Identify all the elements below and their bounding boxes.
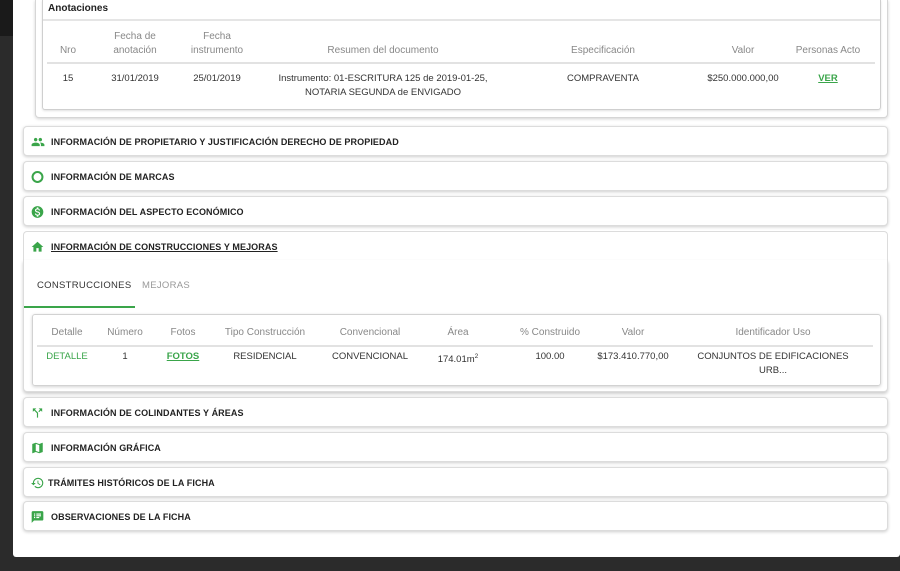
cell-convencional: CONVENCIONAL [331, 351, 408, 362]
cell-valor: $250.000.000,00 [707, 73, 779, 84]
cell-fecha-anotacion: 31/01/2019 [111, 73, 159, 84]
annotations-header-divider [47, 62, 875, 64]
section-propietario-label: INFORMACIÓN DE PROPIETARIO Y JUSTIFICACI… [51, 137, 399, 147]
dollar-circle-icon [30, 205, 45, 219]
section-marcas[interactable]: INFORMACIÓN DE MARCAS [23, 161, 888, 191]
header-detalle: Detalle [51, 327, 83, 338]
header-tipo-construccion: Tipo Construcción [224, 327, 306, 338]
people-icon [30, 135, 45, 149]
annotations-title: Anotaciones [48, 3, 109, 14]
cell-area-value: 174.01m [437, 354, 475, 366]
annotations-title-divider [43, 19, 880, 21]
cell-numero: 1 [122, 351, 128, 362]
cell-especificacion: COMPRAVENTA [567, 73, 639, 84]
section-grafica-label: INFORMACIÓN GRÁFICA [51, 443, 161, 453]
header-area: Área [447, 327, 469, 338]
header-valor: Valor [731, 45, 755, 56]
header-numero: Número [107, 327, 143, 338]
cell-resumen-line-2: NOTARIA SEGUNDA de ENVIGADO [304, 87, 462, 98]
section-observaciones-label: OBSERVACIONES DE LA FICHA [51, 512, 191, 522]
section-colindantes-label: INFORMACIÓN DE COLINDANTES Y ÁREAS [51, 408, 244, 418]
call-split-icon [30, 406, 45, 420]
section-economico[interactable]: INFORMACIÓN DEL ASPECTO ECONÓMICO [23, 196, 888, 226]
cell-valor-construccion: $173.410.770,00 [597, 351, 669, 362]
cell-area: 174.01m2 [423, 350, 493, 367]
section-construcciones-label: INFORMACIÓN DE CONSTRUCCIONES Y MEJORAS [51, 242, 278, 252]
history-icon [30, 476, 45, 490]
header-valor-construccion: Valor [621, 327, 645, 338]
section-propietario[interactable]: INFORMACIÓN DE PROPIETARIO Y JUSTIFICACI… [23, 126, 888, 156]
annotations-card: Anotaciones Nro Fecha de anotación Fecha… [42, 0, 881, 110]
active-tab-indicator [24, 306, 135, 308]
cell-construido: 100.00 [535, 351, 565, 362]
map-icon [30, 441, 45, 455]
comment-icon [30, 510, 45, 524]
header-identificador-uso: Identificador Uso [735, 327, 811, 338]
circle-outline-icon [30, 170, 45, 184]
section-marcas-label: INFORMACIÓN DE MARCAS [51, 172, 175, 182]
home-icon [30, 240, 45, 254]
header-nro: Nro [59, 45, 77, 56]
ver-personas-link[interactable]: VER [788, 72, 868, 86]
section-tramites[interactable]: TRÁMITES HISTÓRICOS DE LA FICHA [23, 467, 888, 497]
header-fecha-anotacion-1: Fecha de [114, 31, 156, 42]
section-tramites-label: TRÁMITES HISTÓRICOS DE LA FICHA [48, 478, 215, 488]
annotations-panel: Anotaciones Nro Fecha de anotación Fecha… [35, 0, 888, 118]
cell-nro: 15 [62, 73, 74, 84]
section-observaciones[interactable]: OBSERVACIONES DE LA FICHA [23, 501, 888, 531]
header-fecha-instrumento-2: instrumento [190, 45, 244, 56]
header-resumen: Resumen del documento [327, 45, 439, 56]
header-fecha-anotacion-2: anotación [113, 45, 157, 56]
section-colindantes[interactable]: INFORMACIÓN DE COLINDANTES Y ÁREAS [23, 397, 888, 427]
cell-resumen-line-1: Instrumento: 01-ESCRITURA 125 de 2019-01… [278, 73, 488, 84]
background-bar [0, 0, 14, 36]
construcciones-panel: CONSTRUCCIONES MEJORAS Detalle Número Fo… [23, 260, 888, 392]
cell-tipo-construccion: RESIDENCIAL [233, 351, 297, 362]
cell-identificador-line-1: CONJUNTOS DE EDIFICACIONES [697, 351, 849, 362]
modal-dialog: Anotaciones Nro Fecha de anotación Fecha… [13, 0, 900, 557]
header-fecha-instrumento-1: Fecha [203, 31, 231, 42]
header-fotos: Fotos [170, 327, 196, 338]
section-economico-label: INFORMACIÓN DEL ASPECTO ECONÓMICO [51, 207, 244, 217]
cell-identificador-line-2: URB... [759, 365, 787, 376]
construcciones-header-divider [37, 345, 873, 347]
section-construcciones[interactable]: INFORMACIÓN DE CONSTRUCCIONES Y MEJORAS [23, 231, 888, 261]
cell-area-unit-exponent: 2 [474, 353, 479, 360]
header-especificacion: Especificación [571, 45, 635, 56]
header-convencional: Convencional [339, 327, 401, 338]
tab-mejoras[interactable]: MEJORAS [142, 280, 190, 291]
detalle-link[interactable]: DETALLE [37, 350, 97, 364]
tab-construcciones[interactable]: CONSTRUCCIONES [37, 280, 131, 291]
header-personas-acto: Personas Acto [795, 45, 861, 56]
fotos-link[interactable]: FOTOS [153, 350, 213, 364]
header-construido: % Construido [519, 327, 581, 338]
construcciones-table: Detalle Número Fotos Tipo Construcción C… [32, 314, 881, 386]
section-grafica[interactable]: INFORMACIÓN GRÁFICA [23, 432, 888, 462]
